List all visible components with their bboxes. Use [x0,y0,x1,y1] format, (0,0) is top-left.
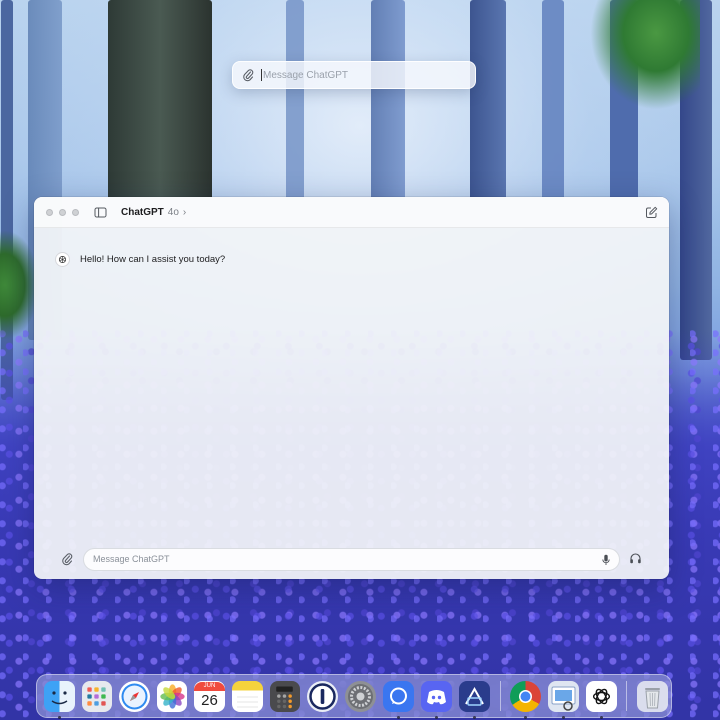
chatgpt-logo-icon [55,252,70,267]
title-bar: ChatGPT 4o › [34,197,669,228]
minimize-button[interactable] [59,208,66,216]
tree-trunk [470,0,506,200]
chatgpt-icon[interactable] [586,680,617,719]
running-indicator [524,715,528,719]
tree-trunk [542,0,564,200]
quick-ask-bar[interactable]: Message ChatGPT [232,61,476,89]
compose-icon[interactable] [645,206,658,219]
finder-icon[interactable] [43,680,75,719]
conversation-area: Hello! How can I assist you today? [34,228,669,546]
dock-separator [626,681,627,711]
microphone-icon[interactable] [601,554,611,566]
dock-separator [499,681,501,711]
assistant-message: Hello! How can I assist you today? [55,252,225,267]
trash-icon[interactable] [636,680,668,712]
message-text: Hello! How can I assist you today? [80,254,226,265]
onepassword-icon[interactable] [307,680,339,712]
running-indicator [435,715,439,719]
calendar-icon[interactable]: JUN 26 [194,680,225,712]
chrome-icon[interactable] [510,680,542,719]
composer-row: Message ChatGPT [34,547,669,571]
chatgpt-window: ChatGPT 4o › Hello! How can I assist you… [34,197,669,579]
jumpdesk-icon[interactable] [459,680,491,719]
quick-ask-placeholder[interactable]: Message ChatGPT [263,70,348,81]
photos-icon[interactable] [156,680,188,712]
calendar-month: JUN [194,681,225,691]
notes-icon[interactable] [231,680,263,712]
calculator-icon[interactable] [269,680,301,712]
model-version: 4o [167,207,179,218]
tree-trunk [371,0,405,200]
foliage [590,0,700,110]
tree-trunk [286,0,304,200]
calendar-day: 26 [201,691,218,709]
model-selector[interactable]: ChatGPT 4o › [121,197,186,228]
chevron-right-icon: › [182,206,187,218]
running-indicator [57,715,61,719]
headphones-icon[interactable] [629,552,642,565]
text-caret [261,69,262,81]
paperclip-icon[interactable] [61,552,73,566]
message-input[interactable]: Message ChatGPT [83,547,620,571]
safari-icon[interactable] [118,680,150,712]
discord-icon[interactable] [421,680,453,719]
model-name: ChatGPT [121,207,164,218]
signal-icon[interactable] [383,680,415,719]
zoom-button[interactable] [72,208,79,216]
window-controls [46,208,79,216]
launchpad-icon[interactable] [81,680,112,712]
sidebar-icon[interactable] [94,206,107,219]
running-indicator [397,715,401,719]
settings-icon[interactable] [345,680,377,712]
tree-trunk [108,0,212,200]
paperclip-icon[interactable] [242,68,254,82]
running-indicator [599,715,603,719]
running-indicator [473,715,477,719]
preview-icon[interactable] [548,680,580,719]
close-button[interactable] [46,208,53,216]
message-input-placeholder: Message ChatGPT [93,554,170,564]
running-indicator [562,715,566,719]
dock: JUN 26 [36,674,672,719]
